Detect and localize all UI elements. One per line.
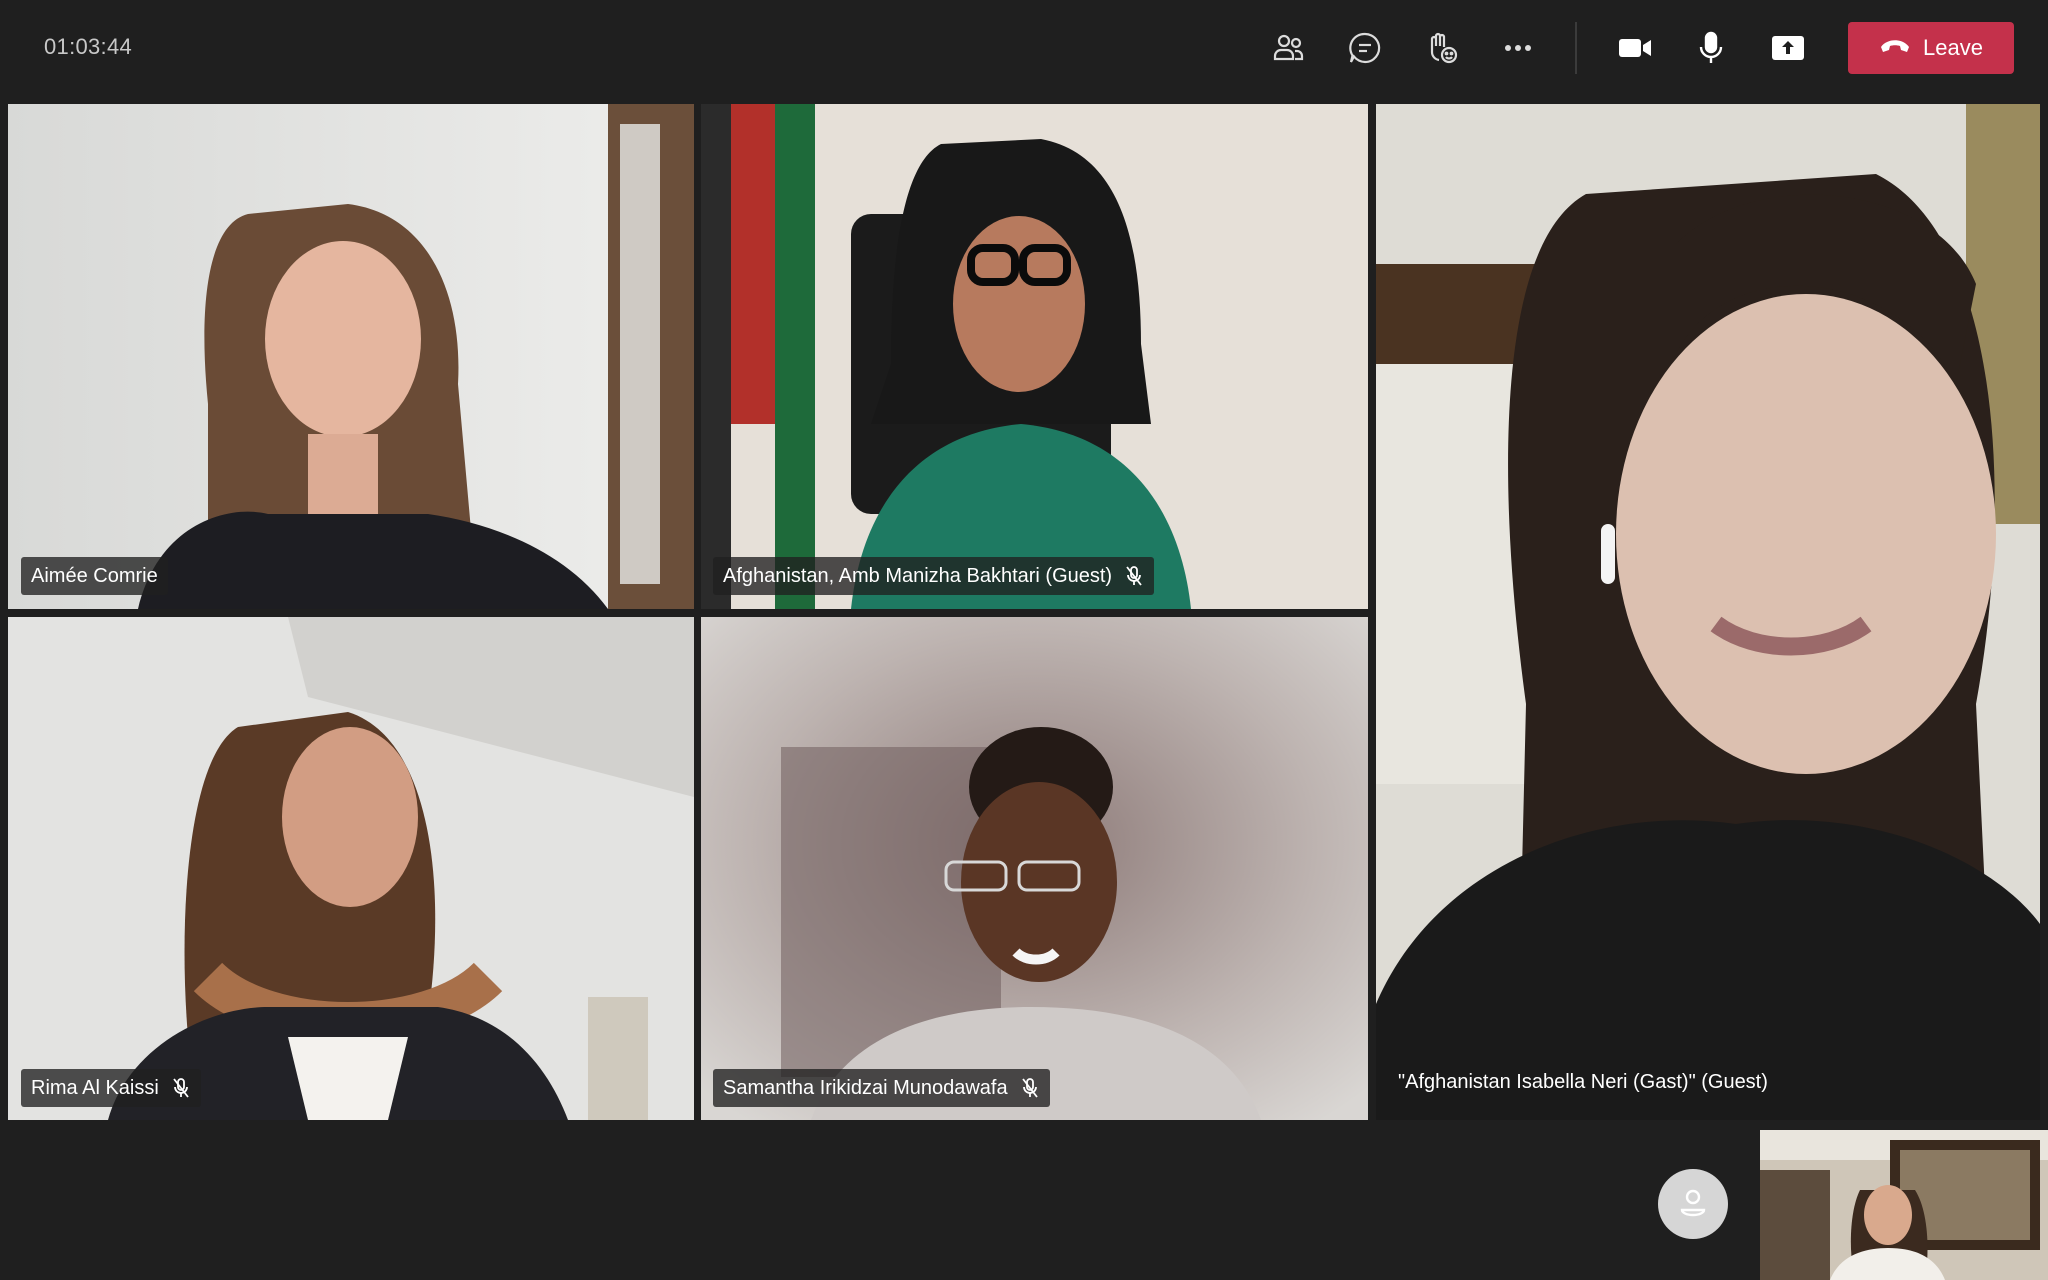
participant-video [8,104,694,609]
more-options-icon [1500,30,1536,66]
participant-video [701,617,1368,1120]
participant-tile[interactable]: "Afghanistan Isabella Neri (Gast)" (Gues… [1376,104,2040,1120]
share-screen-icon [1770,30,1806,66]
more-actions-button[interactable] [1494,24,1542,72]
participant-name: Rima Al Kaissi [31,1076,159,1099]
chat-icon [1347,30,1383,66]
raise-hand-icon [1424,30,1460,66]
participant-tile[interactable]: Aimée Comrie [8,104,694,609]
microphone-button[interactable] [1687,24,1735,72]
reactions-button[interactable] [1418,24,1466,72]
toolbar-divider [1575,22,1577,74]
self-view-video[interactable] [1760,1130,2048,1280]
phone-hangup-icon [1879,35,1911,61]
participant-name: "Afghanistan Isabella Neri (Gast)" (Gues… [1398,1070,1768,1093]
participant-tile[interactable]: Rima Al Kaissi [8,617,694,1120]
people-icon [1270,30,1306,66]
participant-name: Samantha Irikidzai Munodawafa [723,1076,1008,1099]
participant-video [701,104,1368,609]
camera-button[interactable] [1611,24,1659,72]
leave-button-label: Leave [1923,35,1983,60]
participant-name: Afghanistan, Amb Manizha Bakhtari (Guest… [723,564,1113,587]
self-avatar-button[interactable] [1658,1169,1728,1239]
mic-off-icon [171,1077,191,1099]
participant-tile[interactable]: Samantha Irikidzai Munodawafa [701,617,1368,1120]
leave-button[interactable]: Leave [1848,22,2014,74]
call-toolbar: 01:03:44 Leave [0,0,2048,100]
participant-name: Aimée Comrie [31,564,158,587]
participant-tile[interactable]: Afghanistan, Amb Manizha Bakhtari (Guest… [701,104,1368,609]
participant-nameplate: Samantha Irikidzai Munodawafa [713,1069,1050,1107]
share-screen-button[interactable] [1764,24,1812,72]
camera-icon [1616,30,1654,66]
participant-nameplate: Rima Al Kaissi [21,1069,201,1107]
participant-video [1376,104,2040,1120]
participant-nameplate: Aimée Comrie [21,557,168,595]
mic-off-icon [1124,565,1144,587]
self-view-scene [1760,1130,2048,1280]
mic-off-icon [1020,1077,1040,1099]
chat-button[interactable] [1341,24,1389,72]
microphone-icon [1693,30,1729,66]
call-timer: 01:03:44 [44,34,133,59]
participants-button[interactable] [1264,24,1312,72]
participant-video [8,617,694,1120]
participant-nameplate: "Afghanistan Isabella Neri (Gast)" (Gues… [1388,1063,1778,1101]
participant-nameplate: Afghanistan, Amb Manizha Bakhtari (Guest… [713,557,1155,595]
person-icon [1675,1184,1711,1225]
